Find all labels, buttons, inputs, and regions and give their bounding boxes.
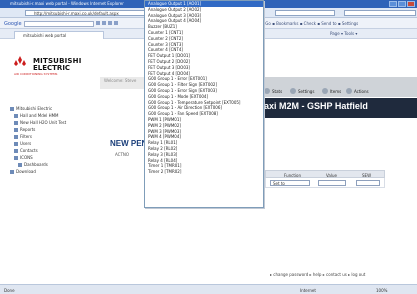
sidebar-item[interactable]: Download <box>10 168 100 175</box>
sidebar-item[interactable]: Reports <box>10 126 100 133</box>
toolbar-icon[interactable] <box>108 21 112 25</box>
nav-settings[interactable]: Settings <box>290 87 314 95</box>
tab-title: mitsubishi web portal <box>23 33 67 38</box>
sidebar-item-label: Users <box>20 141 32 146</box>
site-icon <box>14 120 18 125</box>
items-icon <box>322 88 328 94</box>
nav-items-label: Items <box>330 88 342 94</box>
google-label: Google <box>4 21 22 27</box>
sidebar: Mitsubishi Electric Hall and Mdel HMM Ne… <box>10 105 100 175</box>
sidebar-item-label: Download <box>16 169 36 174</box>
sidebar-item[interactable]: Hall and Mdel HMM <box>10 112 100 119</box>
close-icon[interactable] <box>407 1 415 7</box>
three-diamonds-icon <box>14 56 26 66</box>
filter-icon <box>14 134 18 139</box>
toolbar-icon[interactable] <box>114 21 118 25</box>
function-select-value: Set to <box>273 181 285 186</box>
sidebar-item-label: Contacts <box>20 148 38 153</box>
window-controls <box>389 1 415 7</box>
sidebar-item-label: New Hall H2O Unit Test <box>20 120 67 125</box>
logo-subtitle: AIR CONDITIONING SYSTEMS <box>14 72 58 76</box>
nav-actions-label: Actions <box>354 88 369 94</box>
download-icon <box>10 169 14 174</box>
actions-icon <box>346 88 352 94</box>
footer-links[interactable]: ▸ change password ▸ help ▸ contact us ▸ … <box>270 272 365 277</box>
sidebar-item-label: Hall and Mdel HMM <box>20 113 59 118</box>
sidebar-item-label: ICONS <box>20 155 33 160</box>
minimize-icon[interactable] <box>389 1 397 7</box>
site-icon <box>14 113 18 118</box>
reports-icon <box>14 127 18 132</box>
welcome-text: Welcome: Steve <box>104 78 137 83</box>
refresh-stop-controls[interactable] <box>275 10 335 16</box>
status-text: Done <box>4 288 15 293</box>
tab-active[interactable]: mitsubishi web portal <box>14 31 104 39</box>
toolbar-icon[interactable] <box>96 21 100 25</box>
icons-icon <box>14 155 18 160</box>
sidebar-item[interactable]: Dashboards <box>10 161 100 168</box>
function-table: Function Value SEW Set to <box>265 170 385 188</box>
table-row: Set to <box>265 178 385 188</box>
logo-line2: ELECTRIC <box>33 64 71 72</box>
status-bar: Done Internet 100% <box>0 284 417 294</box>
sidebar-item-label: Filters <box>20 134 32 139</box>
google-tools[interactable]: ▾ Go ▪ Bookmarks ▪ Check ▪ Send to ▪ Set… <box>262 21 358 26</box>
sidebar-item[interactable]: Filters <box>10 133 100 140</box>
zoom-level[interactable]: 100% <box>376 288 387 293</box>
gear-icon <box>290 88 296 94</box>
site-title: axi M2M - GSHP Hatfield <box>264 101 368 111</box>
nav-stats-label: Stats <box>272 88 283 94</box>
stats-icon <box>264 88 270 94</box>
users-icon <box>14 141 18 146</box>
nav-settings-label: Settings <box>298 88 315 94</box>
live-search-input[interactable] <box>344 10 416 16</box>
dropdown-option[interactable]: Timer 2 [TMR02] <box>145 169 263 175</box>
sidebar-item[interactable]: Users <box>10 140 100 147</box>
dashboard-icon <box>18 162 22 167</box>
nav-stats[interactable]: Stats <box>264 87 282 95</box>
sidebar-item[interactable]: Contacts <box>10 147 100 154</box>
sidebar-item[interactable]: New Hall H2O Unit Test <box>10 119 100 126</box>
nav-actions[interactable]: Actions <box>346 87 369 95</box>
sidebar-item[interactable]: ICONS <box>10 154 100 161</box>
toolbar-icon[interactable] <box>102 21 106 25</box>
function-dropdown-list[interactable]: Analogue Output 1 [AO01] Analogue Output… <box>144 0 264 208</box>
google-search-input[interactable] <box>24 21 94 27</box>
tab-tools[interactable]: Page ▾ Tools ▾ <box>330 31 357 36</box>
sidebar-item-label: Mitsubishi Electric <box>16 106 53 111</box>
maximize-icon[interactable] <box>398 1 406 7</box>
window-title: mitsubishi-r.maxi web portal - Windows I… <box>10 1 124 6</box>
status-zone: Internet <box>300 288 316 293</box>
sidebar-item-label: Reports <box>20 127 36 132</box>
address-text: http://mitsubishi-r.maxi.co.uk/default.a… <box>34 11 119 16</box>
sidebar-item-label: Dashboards <box>24 162 48 167</box>
function-select[interactable]: Set to <box>270 180 310 186</box>
contacts-icon <box>14 148 18 153</box>
google-toolbar-icons <box>96 21 118 25</box>
sidebar-item[interactable]: Mitsubishi Electric <box>10 105 100 112</box>
sew-input[interactable] <box>356 180 380 186</box>
action-label: ACTNO <box>115 152 130 157</box>
folder-icon <box>10 106 14 111</box>
table-header: Function Value SEW <box>265 170 385 178</box>
nav-items[interactable]: Items <box>322 87 341 95</box>
value-select[interactable] <box>318 180 346 186</box>
